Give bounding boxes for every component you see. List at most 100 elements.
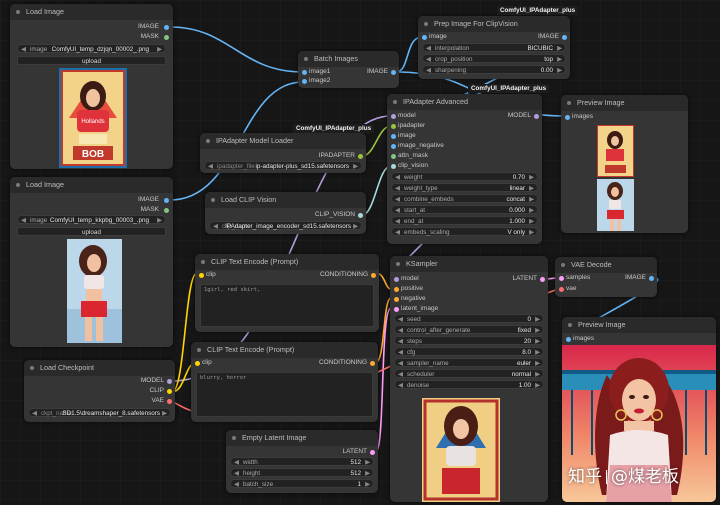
seed-input[interactable]: ◀ seed 0 ▶ — [394, 314, 544, 323]
load-image-node-1[interactable]: Load Image IMAGE MASK ◀ image ComfyUI_te… — [10, 4, 173, 169]
load-clip-vision-node[interactable]: Load CLIP Vision CLIP_VISION ◀ clip_name I… — [205, 192, 366, 234]
output-mask-label: MASK — [140, 206, 159, 213]
clip-name-select[interactable]: ◀ clip_name IPAdapter_image_encoder_sd15.s… — [209, 221, 362, 230]
input-positive-slot[interactable] — [394, 287, 399, 292]
output-image-label: IMAGE — [538, 33, 559, 40]
upload-button[interactable]: upload — [17, 227, 166, 236]
batch-size-input[interactable]: ◀ batch_size 1 ▶ — [230, 479, 374, 488]
input-image-slot[interactable] — [422, 35, 427, 40]
input-clip-vision-slot[interactable] — [391, 164, 396, 169]
height-input[interactable]: ◀ height 512 ▶ — [230, 468, 374, 477]
prep-image-node[interactable]: Prep Image For ClipVision image IMAGE ◀ i… — [418, 16, 570, 79]
arrow-right-icon[interactable]: ▶ — [157, 216, 162, 225]
tag-ipadapter-plus-1: ComfyUI_IPAdapter_plus — [497, 6, 579, 15]
input-latent-slot[interactable] — [394, 307, 399, 312]
output-image-slot[interactable] — [649, 276, 654, 281]
input-vae-slot[interactable] — [559, 287, 564, 292]
input-images-slot[interactable] — [566, 337, 571, 342]
input-model-slot[interactable] — [394, 277, 399, 282]
output-image-label: IMAGE — [138, 23, 159, 30]
image-select[interactable]: ◀ image ComfyUI_temp_kkpbg_00003_.png ▶ — [17, 215, 166, 224]
vae-decode-node[interactable]: VAE Decode samples vae IMAGE — [555, 257, 657, 297]
input-samples-slot[interactable] — [559, 276, 564, 281]
control-after-generate-select[interactable]: ◀ control_after_generate fixed ▶ — [394, 325, 544, 334]
input-clip-slot[interactable] — [199, 273, 204, 278]
preview-image-node-1[interactable]: Preview Image images — [561, 95, 688, 233]
denoise-input[interactable]: ◀ denoise 1.00 ▶ — [394, 380, 544, 389]
interpolation-select[interactable]: ◀ interpolation BICUBIC ▶ — [422, 43, 566, 52]
input-clip-slot[interactable] — [195, 361, 200, 366]
arrow-left-icon[interactable]: ◀ — [21, 216, 26, 225]
output-clip-vision-slot[interactable] — [358, 213, 363, 218]
input-image1-slot[interactable] — [302, 70, 307, 75]
input-model-slot[interactable] — [391, 114, 396, 119]
cfg-input[interactable]: ◀ cfg 8.0 ▶ — [394, 347, 544, 356]
scheduler-select[interactable]: ◀ scheduler normal ▶ — [394, 369, 544, 378]
input-attn-mask-slot[interactable] — [391, 154, 396, 159]
output-latent-slot[interactable] — [540, 277, 545, 282]
image-select[interactable]: ◀ image ComfyUI_temp_dzjqn_00002_.png ▶ — [17, 44, 166, 53]
width-input[interactable]: ◀ width 512 ▶ — [230, 457, 374, 466]
combine-embeds-select[interactable]: ◀ combine_embeds concat ▶ — [391, 194, 538, 203]
input-label: positive — [401, 285, 424, 292]
output-vae-slot[interactable] — [167, 399, 172, 404]
clip-text-encode-negative-node[interactable]: CLIP Text Encode (Prompt) clip CONDITION… — [191, 342, 378, 422]
input-image2-slot[interactable] — [302, 79, 307, 84]
steps-input[interactable]: ◀ steps 20 ▶ — [394, 336, 544, 345]
tag-ipadapter-plus-2: ComfyUI_IPAdapter_plus — [293, 124, 375, 133]
node-title: Load Checkpoint — [24, 360, 175, 376]
ksampler-preview-image — [422, 398, 500, 502]
output-clip-slot[interactable] — [167, 389, 172, 394]
output-model-slot[interactable] — [534, 114, 539, 119]
weight-input[interactable]: ◀ weight 0.70 ▶ — [391, 172, 538, 181]
end-at-input[interactable]: ◀ end_at 1.000 ▶ — [391, 216, 538, 225]
input-ipadapter-slot[interactable] — [391, 124, 396, 129]
batch-images-node[interactable]: Batch Images image1 image2 IMAGE — [298, 51, 399, 88]
start-at-input[interactable]: ◀ start_at 0.000 ▶ — [391, 205, 538, 214]
weight-type-select[interactable]: ◀ weight_type linear ▶ — [391, 183, 538, 192]
output-image-label: IMAGE — [367, 68, 388, 75]
output-ipadapter-slot[interactable] — [358, 154, 363, 159]
output-image-slot[interactable] — [562, 35, 567, 40]
node-title: VAE Decode — [555, 257, 657, 273]
node-title: CLIP Text Encode (Prompt) — [191, 342, 378, 358]
load-checkpoint-node[interactable]: Load Checkpoint MODEL CLIP VAE ◀ ckpt_nam… — [24, 360, 175, 422]
sharpening-input[interactable]: ◀ sharpening 0.00 ▶ — [422, 65, 566, 74]
ipadapter-model-loader-node[interactable]: IPAdapter Model Loader IPADAPTER ◀ ipadap… — [200, 133, 366, 173]
ksampler-node[interactable]: KSampler model positive negative latent_… — [390, 256, 548, 502]
crop-position-select[interactable]: ◀ crop_position top ▶ — [422, 54, 566, 63]
image-thumbnail: Hollands BOB — [59, 68, 127, 168]
watermark-right: @煤老板 — [611, 467, 679, 487]
input-image-negative-slot[interactable] — [391, 144, 396, 149]
arrow-right-icon[interactable]: ▶ — [157, 45, 162, 54]
output-mask-slot[interactable] — [164, 35, 169, 40]
input-negative-slot[interactable] — [394, 297, 399, 302]
ipadapter-advanced-node[interactable]: IPAdapter Advanced model ipadapter image… — [387, 94, 542, 244]
output-image-slot[interactable] — [164, 198, 169, 203]
ipadapter-file-select[interactable]: ◀ ipadapter_file ip-adapter-plus_sd15.safe… — [204, 161, 362, 170]
output-image-slot[interactable] — [391, 70, 396, 75]
output-conditioning-label: CONDITIONING — [318, 359, 367, 366]
output-mask-slot[interactable] — [164, 208, 169, 213]
input-label: model — [401, 275, 419, 282]
prompt-textarea[interactable]: 1girl, red skirt, — [200, 284, 374, 327]
upload-button[interactable]: upload — [17, 56, 166, 65]
output-image-slot[interactable] — [164, 25, 169, 30]
prompt-textarea[interactable]: blurry, horror — [196, 372, 373, 417]
sampler-name-select[interactable]: ◀ sampler_name euler ▶ — [394, 358, 544, 367]
input-clip-label: clip — [206, 271, 216, 278]
clip-text-encode-positive-node[interactable]: CLIP Text Encode (Prompt) clip CONDITION… — [195, 254, 379, 332]
output-conditioning-slot[interactable] — [370, 361, 375, 366]
output-latent-slot[interactable] — [370, 450, 375, 455]
preview-thumbnail-1 — [597, 125, 634, 177]
ckpt-name-select[interactable]: ◀ ckpt_name SD1.5\dreamshaper_8.safetensor… — [28, 408, 171, 417]
output-conditioning-slot[interactable] — [371, 273, 376, 278]
arrow-left-icon[interactable]: ◀ — [21, 45, 26, 54]
load-image-node-2[interactable]: Load Image IMAGE MASK ◀ image ComfyUI_te… — [10, 177, 173, 347]
empty-latent-image-node[interactable]: Empty Latent Image LATENT ◀ width 512 ▶ ◀ he… — [226, 430, 378, 493]
input-images-slot[interactable] — [565, 115, 570, 120]
embeds-scaling-select[interactable]: ◀ embeds_scaling V only ▶ — [391, 227, 538, 236]
output-model-slot[interactable] — [167, 379, 172, 384]
output-mask-label: MASK — [140, 33, 159, 40]
input-image-slot[interactable] — [391, 134, 396, 139]
